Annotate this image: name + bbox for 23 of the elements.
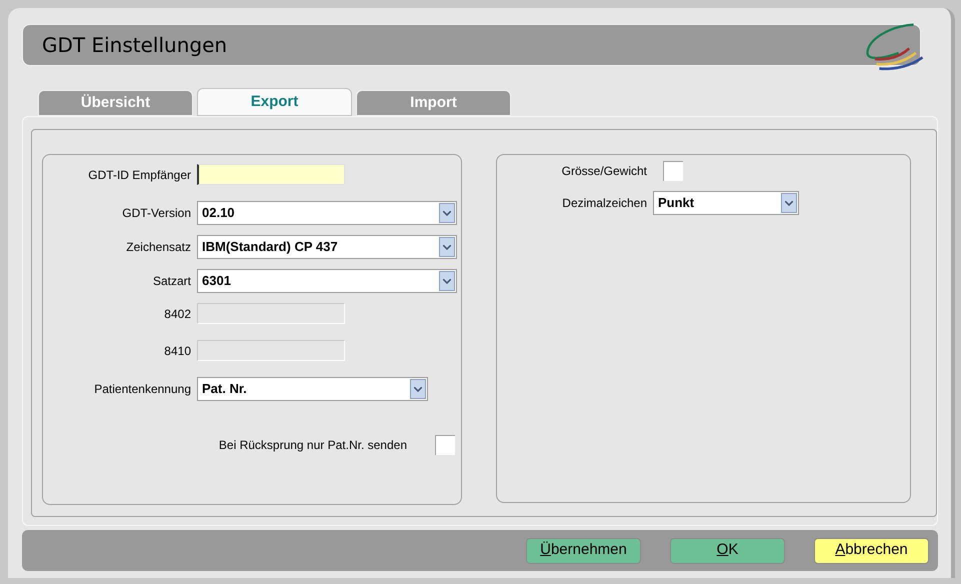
field-label: GDT-ID Empfänger <box>87 166 191 184</box>
field-label: Bei Rücksprung nur Pat.Nr. senden <box>218 437 407 454</box>
field-label: 8402 <box>163 306 191 322</box>
field-label: Patientenkennung <box>93 381 191 398</box>
dialog-button[interactable]: Übernehmen <box>526 538 641 564</box>
window-title: GDT Einstellungen <box>42 32 228 59</box>
dropdown[interactable]: 02.10 <box>197 201 457 225</box>
dropdown[interactable]: 6301 <box>197 269 457 293</box>
checkbox[interactable] <box>435 435 455 455</box>
dropdown[interactable]: IBM(Standard) CP 437 <box>197 235 457 259</box>
dropdown[interactable]: Pat. Nr. <box>197 377 428 401</box>
tab[interactable]: Export <box>197 88 352 116</box>
input-field[interactable] <box>197 164 345 185</box>
field-label: Satzart <box>152 273 191 290</box>
field-label: GDT-Version <box>121 205 191 222</box>
field-label: Zeichensatz <box>125 239 191 256</box>
dropdown[interactable]: Punkt <box>653 191 799 215</box>
dialog-button[interactable]: OK <box>670 538 785 564</box>
field-label: 8410 <box>163 342 191 360</box>
checkbox[interactable] <box>663 161 683 181</box>
dialog-button[interactable]: Abbrechen <box>814 538 929 564</box>
field-label: Grösse/Gewicht <box>560 163 647 180</box>
field-label: Dezimalzeichen <box>561 195 647 212</box>
